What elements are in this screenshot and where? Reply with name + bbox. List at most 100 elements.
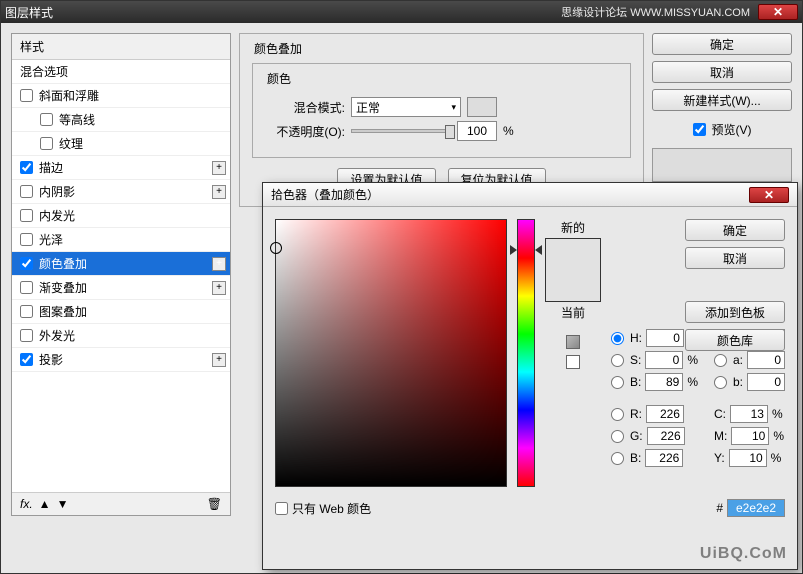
style-checkbox[interactable] — [20, 257, 33, 270]
blend-options[interactable]: 混合选项 — [12, 60, 230, 84]
hue-arrow-right-icon — [535, 245, 542, 255]
color-swatch[interactable] — [467, 97, 497, 117]
web-only-row[interactable]: 只有 Web 颜色 — [275, 500, 371, 517]
add-instance-button[interactable]: + — [212, 353, 226, 367]
style-checkbox[interactable] — [20, 185, 33, 198]
style-item[interactable]: 等高线 — [12, 108, 230, 132]
bb-input[interactable] — [645, 449, 683, 467]
color-lib-button[interactable]: 颜色库 — [685, 329, 785, 351]
style-checkbox[interactable] — [20, 353, 33, 366]
style-label: 内发光 — [39, 207, 75, 224]
add-instance-button[interactable]: + — [212, 185, 226, 199]
add-instance-button[interactable]: + — [212, 161, 226, 175]
opacity-input[interactable] — [457, 121, 497, 141]
style-item[interactable]: 渐变叠加 + — [12, 276, 230, 300]
title-bar[interactable]: 图层样式 思缘设计论坛 WWW.MISSYUAN.COM ✕ — [1, 1, 802, 23]
style-label: 外发光 — [39, 327, 75, 344]
style-item[interactable]: 内阴影+ — [12, 180, 230, 204]
style-label: 描边 — [39, 159, 63, 176]
cube-icon[interactable] — [566, 335, 580, 349]
picker-title: 拾色器（叠加颜色） — [271, 186, 749, 203]
radio-b2[interactable] — [714, 376, 727, 389]
color-field[interactable] — [275, 219, 507, 487]
style-checkbox[interactable] — [20, 281, 33, 294]
add-instance-button[interactable]: + — [212, 281, 226, 295]
radio-a[interactable] — [714, 354, 727, 367]
style-item[interactable]: 图案叠加 — [12, 300, 230, 324]
ok-button[interactable]: 确定 — [652, 33, 792, 55]
hue-slider[interactable] — [517, 219, 535, 487]
radio-g[interactable] — [611, 430, 624, 443]
g-input[interactable] — [647, 427, 685, 445]
fx-label: fx. — [20, 497, 33, 511]
radio-bb[interactable] — [611, 452, 624, 465]
color-cursor[interactable] — [270, 242, 282, 254]
preview-checkbox-row[interactable]: 预览(V) — [652, 121, 792, 138]
style-checkbox[interactable] — [20, 329, 33, 342]
new-current-swatch[interactable] — [545, 238, 601, 302]
slider-thumb[interactable] — [445, 125, 455, 139]
radio-r[interactable] — [611, 408, 624, 421]
add-instance-button[interactable]: + — [212, 257, 226, 271]
style-checkbox[interactable] — [20, 161, 33, 174]
style-item[interactable]: 斜面和浮雕 — [12, 84, 230, 108]
bv-input[interactable] — [645, 373, 683, 391]
new-style-button[interactable]: 新建样式(W)... — [652, 89, 792, 111]
style-item[interactable]: 颜色叠加+ — [12, 252, 230, 276]
square-icon[interactable] — [566, 355, 580, 369]
picker-cancel-button[interactable]: 取消 — [685, 247, 785, 269]
color-subtitle: 颜色 — [263, 70, 295, 87]
style-label: 投影 — [39, 351, 63, 368]
style-item[interactable]: 投影 + — [12, 348, 230, 372]
styles-header: 样式 — [12, 34, 230, 60]
web-only-checkbox[interactable] — [275, 502, 288, 515]
style-item[interactable]: 内发光 — [12, 204, 230, 228]
style-item[interactable]: 描边 + — [12, 156, 230, 180]
add-swatch-button[interactable]: 添加到色板 — [685, 301, 785, 323]
trash-icon[interactable]: 🗑 — [207, 497, 222, 511]
style-item[interactable]: 光泽 — [12, 228, 230, 252]
color-picker-dialog: 拾色器（叠加颜色） ✕ 新的 当前 H:度 S:% — [262, 182, 798, 570]
radio-s[interactable] — [611, 354, 624, 367]
c-input[interactable] — [730, 405, 768, 423]
a-input[interactable] — [747, 351, 785, 369]
style-item[interactable]: 纹理 — [12, 132, 230, 156]
m-input[interactable] — [731, 427, 769, 445]
r-input[interactable] — [646, 405, 684, 423]
arrow-up-icon[interactable]: ▲ — [39, 497, 51, 511]
preview-checkbox[interactable] — [693, 123, 706, 136]
new-label: 新的 — [561, 219, 585, 236]
picker-right-buttons: 确定 取消 添加到色板 颜色库 — [685, 219, 785, 351]
arrow-down-icon[interactable]: ▼ — [57, 497, 69, 511]
radio-b[interactable] — [611, 376, 624, 389]
b2-input[interactable] — [747, 373, 785, 391]
style-checkbox[interactable] — [20, 89, 33, 102]
picker-close-button[interactable]: ✕ — [749, 187, 789, 203]
current-label: 当前 — [561, 304, 585, 321]
cancel-button[interactable]: 取消 — [652, 61, 792, 83]
window-title: 图层样式 — [5, 4, 561, 21]
style-label: 光泽 — [39, 231, 63, 248]
style-checkbox[interactable] — [20, 233, 33, 246]
style-item[interactable]: 外发光 — [12, 324, 230, 348]
hex-input[interactable] — [727, 499, 785, 517]
style-checkbox[interactable] — [20, 209, 33, 222]
blend-mode-label: 混合模式: — [265, 99, 345, 116]
style-checkbox[interactable] — [40, 113, 53, 126]
close-button[interactable]: ✕ — [758, 4, 798, 20]
s-input[interactable] — [645, 351, 683, 369]
chevron-down-icon: ▾ — [451, 102, 456, 113]
style-checkbox[interactable] — [40, 137, 53, 150]
style-checkbox[interactable] — [20, 305, 33, 318]
picker-body: 新的 当前 H:度 S:% B:% R: G: B: — [263, 207, 797, 499]
brand-text: 思缘设计论坛 WWW.MISSYUAN.COM — [561, 4, 750, 20]
opacity-slider[interactable] — [351, 129, 451, 133]
y-input[interactable] — [729, 449, 767, 467]
styles-list-panel: 样式 混合选项 斜面和浮雕等高线纹理描边+内阴影+内发光光泽颜色叠加+渐变叠加+… — [11, 33, 231, 516]
picker-title-bar[interactable]: 拾色器（叠加颜色） ✕ — [263, 183, 797, 207]
picker-ok-button[interactable]: 确定 — [685, 219, 785, 241]
blend-mode-select[interactable]: 正常 ▾ — [351, 97, 461, 117]
h-input[interactable] — [646, 329, 684, 347]
radio-h[interactable] — [611, 332, 624, 345]
style-label: 渐变叠加 — [39, 279, 87, 296]
